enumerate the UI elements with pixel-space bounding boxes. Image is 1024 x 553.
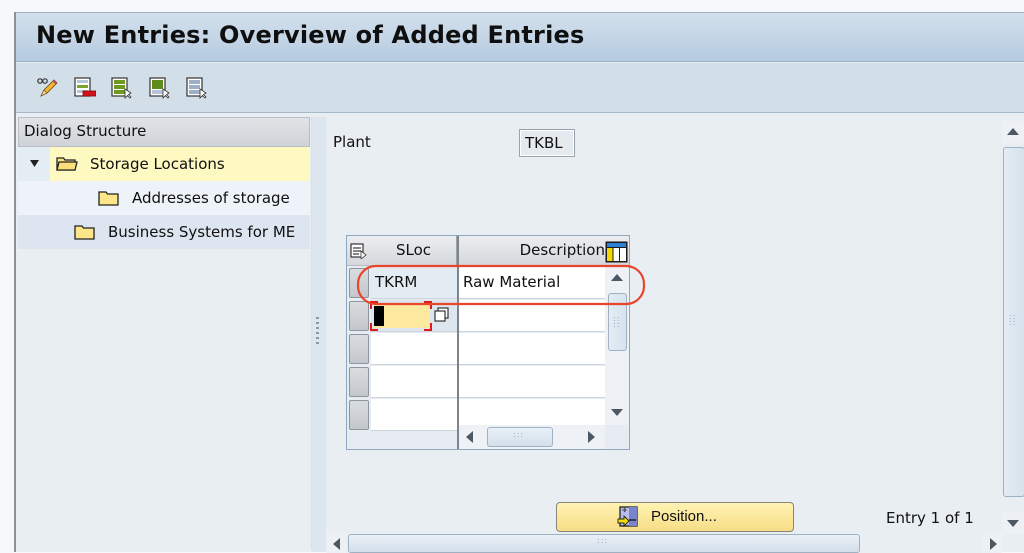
column-header-sloc[interactable]: SLoc (371, 236, 457, 266)
cell-sloc[interactable] (371, 333, 457, 365)
table-hscroll-thumb[interactable]: ::: (487, 427, 553, 447)
dialog-structure-panel: Dialog Structure Storage Locations Addre… (18, 117, 312, 549)
entry-counter: Entry 1 of 1 (886, 509, 974, 527)
position-icon (617, 506, 638, 528)
main-area: Plant TKBL SLoc Description TKRM Raw Mat… (326, 117, 1002, 532)
plant-field: TKBL (519, 129, 575, 157)
dialog-structure-header: Dialog Structure (18, 117, 310, 147)
tree-item-label: Storage Locations (90, 155, 225, 173)
main-vertical-scrollbar[interactable]: :::: (1002, 117, 1024, 534)
panel-splitter[interactable] (312, 117, 326, 552)
select-all-icon[interactable] (111, 77, 132, 99)
scroll-left-button[interactable] (459, 426, 481, 448)
folder-icon (98, 191, 119, 206)
row-selector[interactable] (349, 400, 369, 430)
scroll-up-button[interactable] (1002, 121, 1024, 143)
scroll-right-button[interactable] (580, 426, 602, 448)
column-header-description[interactable]: Description (459, 236, 629, 266)
annotation-highlight-ellipse (356, 264, 646, 306)
table-configuration-icon[interactable] (605, 241, 628, 263)
cell-sloc[interactable] (371, 366, 457, 398)
table-settings-cell[interactable] (347, 236, 371, 266)
tree-item-label: Addresses of storage (132, 189, 290, 207)
position-button[interactable]: Position... (556, 502, 794, 532)
scroll-down-button[interactable] (1002, 512, 1024, 534)
main-hscroll-thumb[interactable]: ::: (348, 534, 860, 553)
focus-corner (370, 323, 378, 331)
main-horizontal-scrollbar[interactable]: ::: (326, 533, 1002, 553)
select-all-rows-icon[interactable] (350, 243, 367, 259)
splitter-grip[interactable] (316, 317, 319, 347)
tree-item-addresses-of-storage[interactable]: Addresses of storage (18, 181, 310, 215)
position-button-label: Position... (651, 508, 717, 525)
title-bar: New Entries: Overview of Added Entries (16, 12, 1024, 62)
change-display-icon[interactable] (36, 77, 58, 97)
tree-item-label: Business Systems for ME (108, 223, 296, 241)
plant-label: Plant (333, 133, 371, 151)
cell-description[interactable] (459, 333, 605, 365)
row-selector[interactable] (349, 367, 369, 397)
deselect-all-icon[interactable] (186, 77, 207, 99)
open-folder-icon (56, 157, 78, 171)
scroll-left-button[interactable] (326, 533, 346, 553)
table-horizontal-scrollbar[interactable]: ::: (459, 425, 605, 449)
tree-item-storage-locations[interactable]: Storage Locations (18, 147, 310, 181)
delete-row-icon[interactable] (74, 77, 97, 97)
value-help-icon[interactable] (434, 307, 449, 322)
expand-triangle-icon[interactable] (30, 160, 39, 167)
application-toolbar (16, 63, 1024, 113)
scroll-down-button[interactable] (606, 401, 628, 423)
cell-description[interactable] (459, 366, 605, 398)
sap-window: New Entries: Overview of Added Entries D… (14, 12, 1024, 553)
row-selector[interactable] (349, 334, 369, 364)
focus-corner (424, 323, 432, 331)
tree-item-business-systems[interactable]: Business Systems for ME (18, 215, 310, 249)
cell-sloc[interactable] (371, 399, 457, 431)
scroll-right-button[interactable] (982, 533, 1002, 553)
main-scroll-thumb[interactable]: :::: (1003, 147, 1024, 497)
folder-icon (74, 225, 95, 240)
page-title: New Entries: Overview of Added Entries (36, 21, 585, 49)
select-block-icon[interactable] (149, 77, 170, 99)
